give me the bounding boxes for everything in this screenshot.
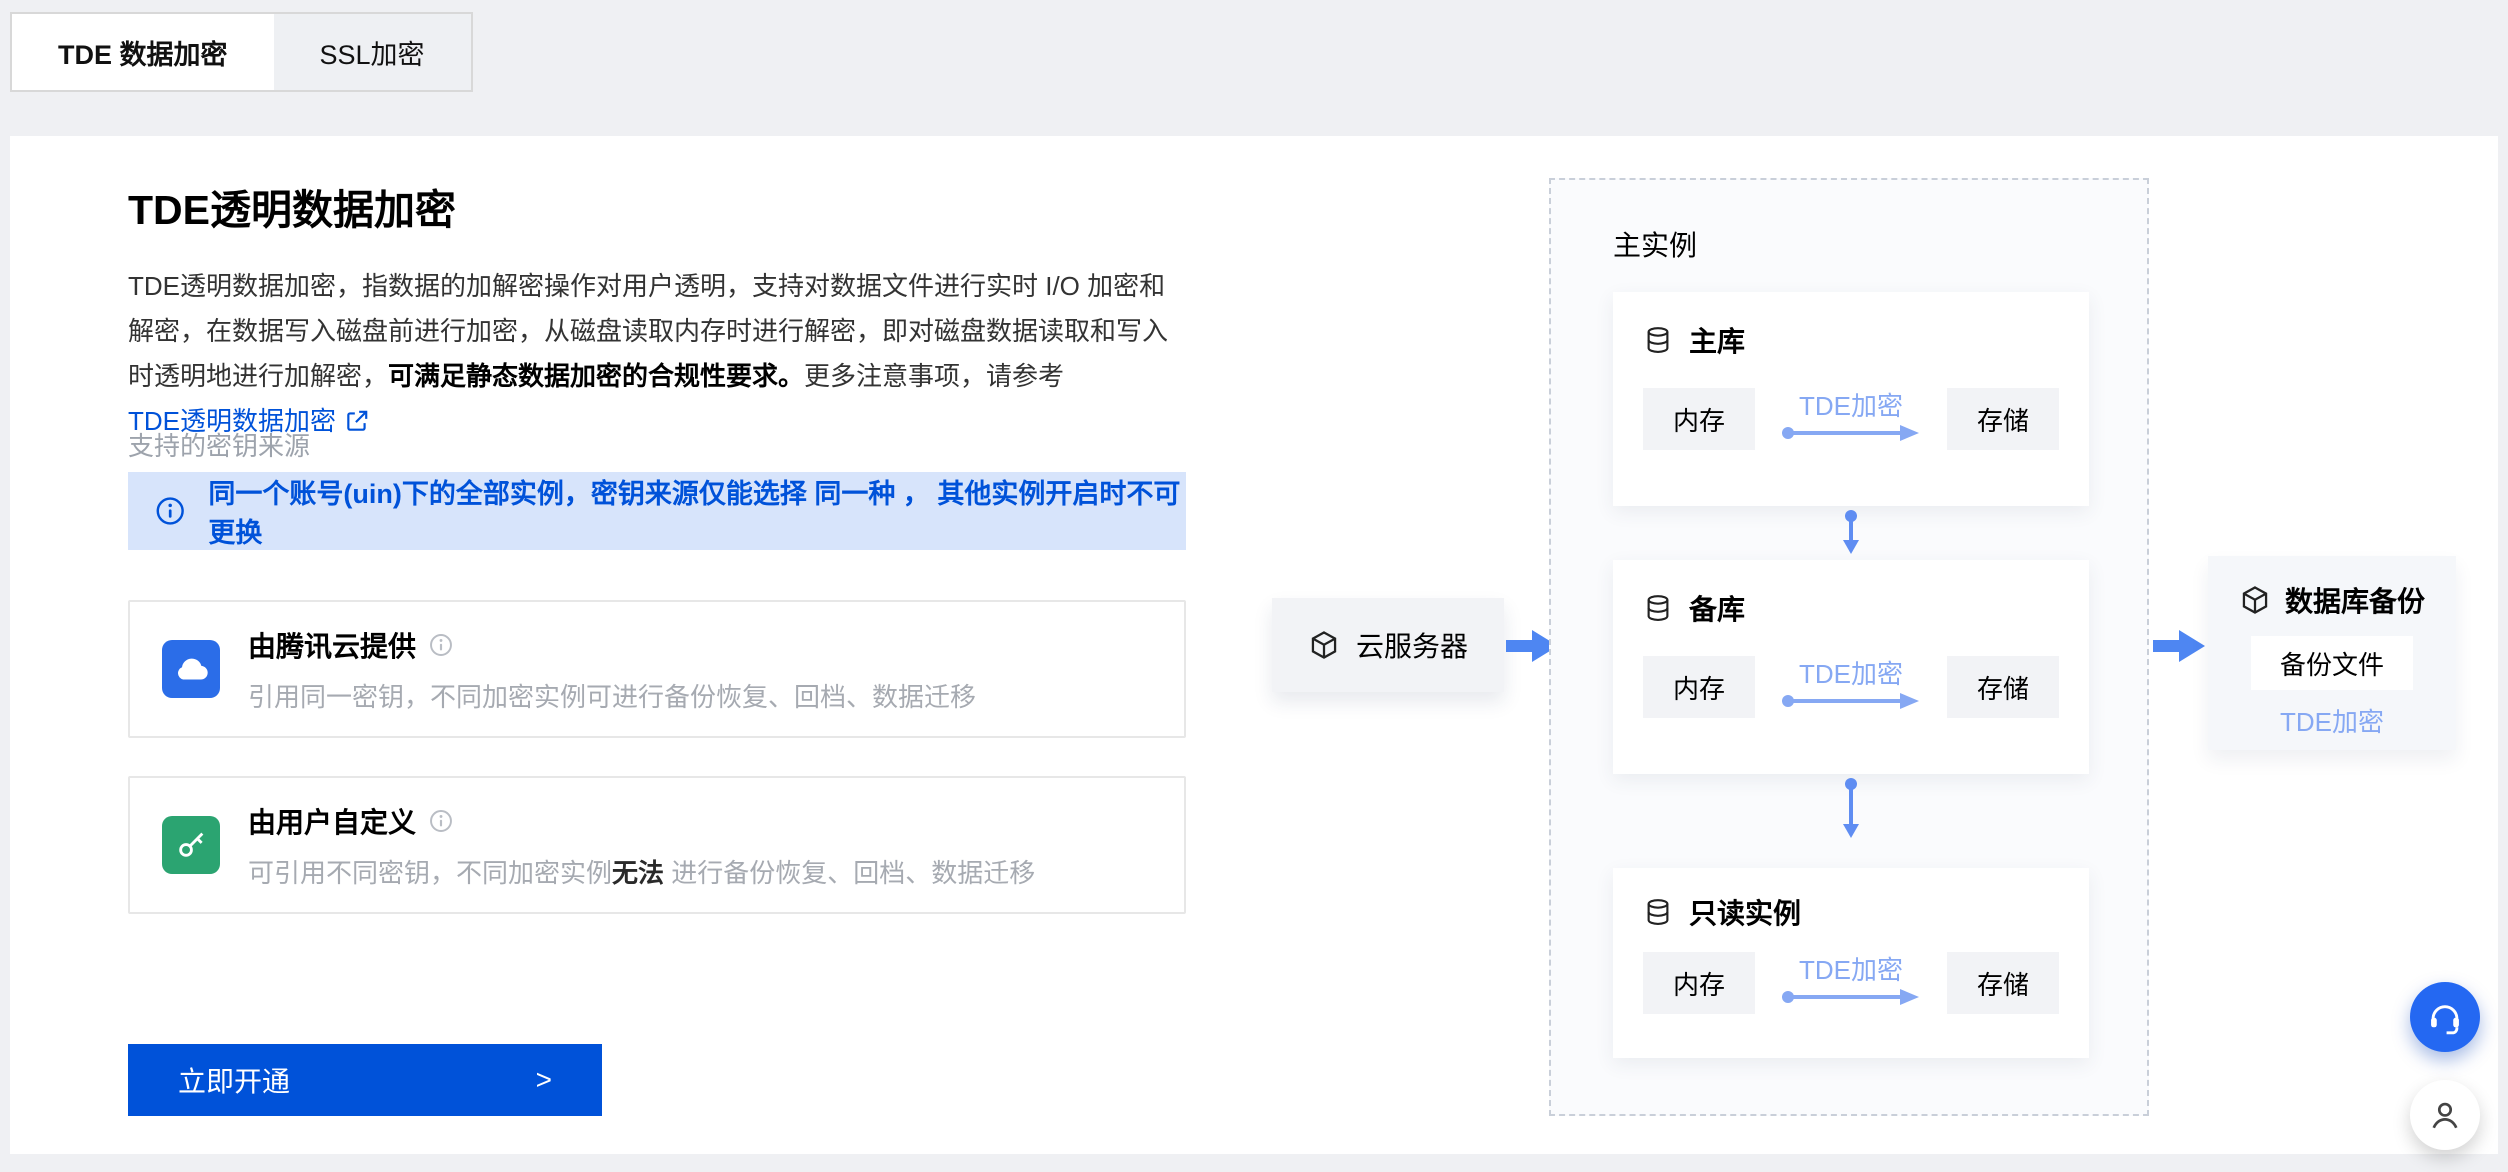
description-more: 更多注意事项，请参考 bbox=[804, 361, 1064, 391]
key-icon bbox=[162, 816, 220, 874]
headset-icon bbox=[2426, 998, 2464, 1036]
cube-icon bbox=[1308, 629, 1340, 661]
database-icon bbox=[1643, 897, 1673, 927]
memory-box: 内存 bbox=[1643, 388, 1755, 450]
cloud-icon bbox=[162, 640, 220, 698]
option-tencent-cloud-key[interactable]: 由腾讯云提供 引用同一密钥，不同加密实例可进行备份恢复、回档、数据迁移 bbox=[128, 600, 1186, 738]
page-title: TDE透明数据加密 bbox=[128, 176, 456, 236]
info-banner: 同一个账号(uin)下的全部实例，密钥来源仅能选择 同一种 ， 其他实例开启时不… bbox=[128, 472, 1186, 550]
arrow-line-icon bbox=[1781, 988, 1921, 1006]
node-title: 备库 bbox=[1689, 588, 1745, 628]
option-user-defined-key[interactable]: 由用户自定义 可引用不同密钥，不同加密实例无法 进行备份恢复、回档、数据迁移 bbox=[128, 776, 1186, 914]
key-source-label: 支持的密钥来源 bbox=[128, 426, 310, 463]
node-title: 只读实例 bbox=[1689, 892, 1801, 932]
option-title: 由用户自定义 bbox=[248, 801, 416, 841]
node-flow: 内存 TDE加密 存储 bbox=[1643, 656, 2059, 718]
tde-encrypt-arrow: TDE加密 bbox=[1781, 661, 1921, 710]
flow-arrow-down-1 bbox=[1840, 510, 1862, 556]
backup-title: 数据库备份 bbox=[2285, 580, 2425, 620]
primary-db-card: 主库 内存 TDE加密 存储 bbox=[1613, 292, 2089, 506]
node-title: 主库 bbox=[1689, 320, 1745, 360]
option-title-row: 由腾讯云提供 bbox=[248, 625, 976, 665]
backup-tde-label: TDE加密 bbox=[2280, 702, 2384, 739]
database-backup-node: 数据库备份 备份文件 TDE加密 bbox=[2208, 556, 2456, 750]
external-link-icon bbox=[344, 408, 370, 434]
description-bold: 可满足静态数据加密的合规性要求。 bbox=[388, 361, 804, 391]
flow-arrow-down-2 bbox=[1840, 778, 1862, 840]
arrow-line-icon bbox=[1781, 692, 1921, 710]
tde-arrow-label: TDE加密 bbox=[1799, 661, 1903, 687]
cta-arrow: > bbox=[536, 1064, 552, 1096]
cloud-server-node: 云服务器 bbox=[1272, 598, 1504, 692]
option-desc-bold: 无法 bbox=[612, 858, 664, 888]
help-icon[interactable] bbox=[428, 808, 454, 834]
tab-tde-encryption[interactable]: TDE 数据加密 bbox=[12, 14, 274, 90]
option-description: 可引用不同密钥，不同加密实例无法 进行备份恢复、回档、数据迁移 bbox=[248, 853, 1035, 890]
tde-panel: TDE透明数据加密 TDE透明数据加密，指数据的加解密操作对用户透明，支持对数据… bbox=[10, 136, 2498, 1154]
tde-arrow-label: TDE加密 bbox=[1799, 957, 1903, 983]
option-body: 由用户自定义 可引用不同密钥，不同加密实例无法 进行备份恢复、回档、数据迁移 bbox=[248, 801, 1035, 890]
storage-box: 存储 bbox=[1947, 388, 2059, 450]
memory-box: 内存 bbox=[1643, 952, 1755, 1014]
info-icon bbox=[154, 494, 186, 528]
node-flow: 内存 TDE加密 存储 bbox=[1643, 952, 2059, 1014]
customer-service-button[interactable] bbox=[2410, 1080, 2480, 1150]
primary-instance-label: 主实例 bbox=[1613, 224, 1697, 264]
tde-encrypt-arrow: TDE加密 bbox=[1781, 393, 1921, 442]
storage-box: 存储 bbox=[1947, 952, 2059, 1014]
activate-now-button[interactable]: 立即开通 > bbox=[128, 1044, 602, 1116]
backup-header: 数据库备份 bbox=[2239, 580, 2425, 620]
description: TDE透明数据加密，指数据的加解密操作对用户透明，支持对数据文件进行实时 I/O… bbox=[128, 264, 1186, 444]
backup-file-box: 备份文件 bbox=[2251, 636, 2413, 690]
primary-instance-group: 主实例 主库 内存 TDE加密 存储 bbox=[1549, 178, 2149, 1116]
support-chat-button[interactable] bbox=[2410, 982, 2480, 1052]
option-desc-post: 进行备份恢复、回档、数据迁移 bbox=[664, 858, 1035, 888]
arrow-line-icon bbox=[1781, 424, 1921, 442]
console-page: TDE 数据加密 SSL加密 TDE透明数据加密 TDE透明数据加密，指数据的加… bbox=[0, 0, 2508, 1172]
database-icon bbox=[1643, 325, 1673, 355]
tde-arrow-label: TDE加密 bbox=[1799, 393, 1903, 419]
standby-db-card: 备库 内存 TDE加密 存储 bbox=[1613, 560, 2089, 774]
option-desc-pre: 可引用不同密钥，不同加密实例 bbox=[248, 858, 612, 888]
option-title: 由腾讯云提供 bbox=[248, 625, 416, 665]
option-title-row: 由用户自定义 bbox=[248, 801, 1035, 841]
node-header: 备库 bbox=[1643, 588, 2059, 628]
node-flow: 内存 TDE加密 存储 bbox=[1643, 388, 2059, 450]
database-icon bbox=[1643, 593, 1673, 623]
readonly-instance-card: 只读实例 内存 TDE加密 存储 bbox=[1613, 868, 2089, 1058]
memory-box: 内存 bbox=[1643, 656, 1755, 718]
flow-arrow-right-2 bbox=[2153, 626, 2205, 666]
cta-label: 立即开通 bbox=[178, 1060, 290, 1100]
option-body: 由腾讯云提供 引用同一密钥，不同加密实例可进行备份恢复、回档、数据迁移 bbox=[248, 625, 976, 714]
storage-box: 存储 bbox=[1947, 656, 2059, 718]
info-banner-text: 同一个账号(uin)下的全部实例，密钥来源仅能选择 同一种 ， 其他实例开启时不… bbox=[208, 472, 1186, 550]
help-icon[interactable] bbox=[428, 632, 454, 658]
node-header: 主库 bbox=[1643, 320, 2059, 360]
cloud-server-label: 云服务器 bbox=[1356, 625, 1468, 665]
agent-icon bbox=[2427, 1097, 2463, 1133]
tde-encrypt-arrow: TDE加密 bbox=[1781, 957, 1921, 1006]
tab-ssl-encryption[interactable]: SSL加密 bbox=[274, 14, 471, 90]
option-description: 引用同一密钥，不同加密实例可进行备份恢复、回档、数据迁移 bbox=[248, 677, 976, 714]
cube-icon bbox=[2239, 584, 2271, 616]
node-header: 只读实例 bbox=[1643, 892, 2059, 932]
tab-bar: TDE 数据加密 SSL加密 bbox=[10, 12, 473, 92]
